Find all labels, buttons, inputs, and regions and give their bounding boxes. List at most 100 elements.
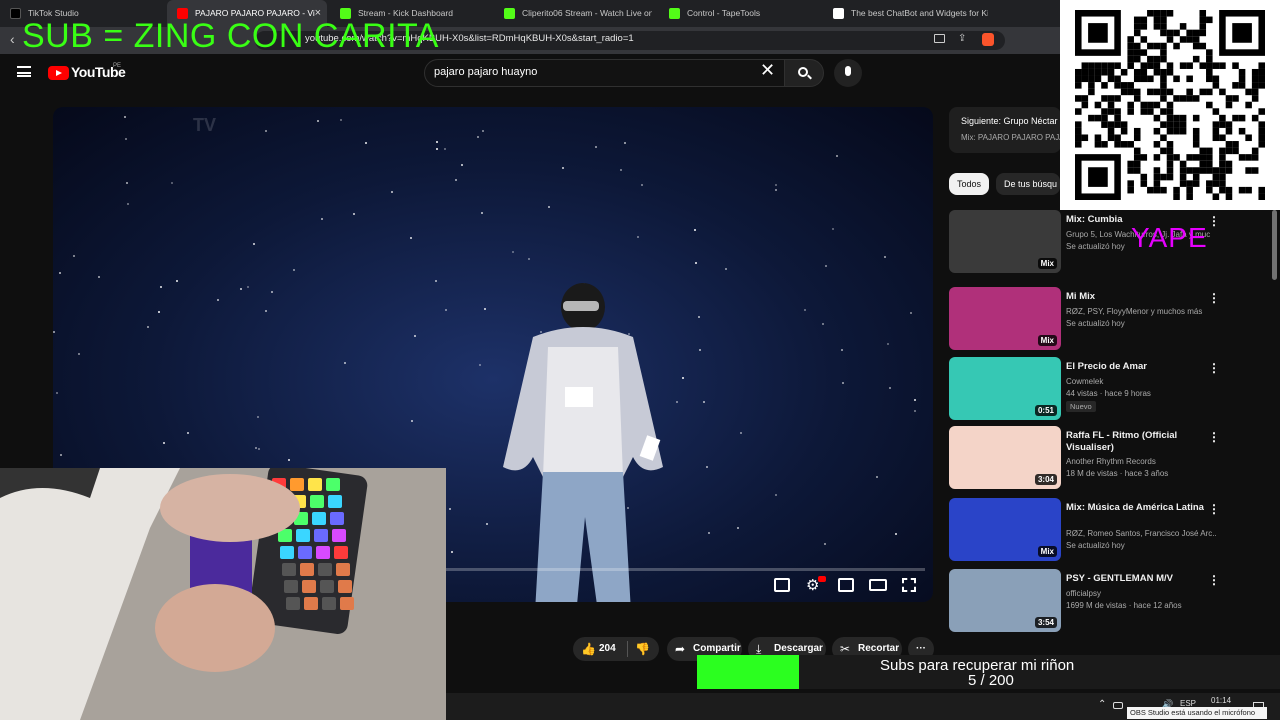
qr-module bbox=[1107, 108, 1115, 115]
new-badge: Nuevo bbox=[1066, 401, 1096, 412]
background-star bbox=[910, 312, 912, 314]
background-star bbox=[147, 326, 149, 328]
video-title[interactable]: Raffa FL - Ritmo (Official Visualiser) bbox=[1066, 430, 1216, 454]
video-progress-bar[interactable] bbox=[445, 568, 925, 571]
video-thumbnail[interactable]: 3:54 bbox=[949, 569, 1061, 632]
qr-module bbox=[1212, 62, 1220, 69]
recommended-video-item[interactable]: Mix Mix: Música de América Latina RØZ, Rom… bbox=[949, 498, 1269, 564]
search-value[interactable]: pajaro pajaro huayno bbox=[434, 66, 537, 78]
qr-module bbox=[1153, 180, 1161, 187]
tray-chevron-icon[interactable]: ⌃ bbox=[1098, 699, 1106, 710]
miniplayer-icon[interactable] bbox=[838, 578, 854, 592]
video-title[interactable]: Mix: Música de América Latina bbox=[1066, 502, 1216, 514]
qr-module bbox=[1238, 68, 1246, 76]
video-title[interactable]: PSY - GENTLEMAN M/V bbox=[1066, 573, 1216, 585]
back-icon[interactable]: ‹ bbox=[10, 31, 15, 47]
like-count[interactable]: 204 bbox=[599, 637, 616, 661]
recommended-video-item[interactable]: Mix Mix: Cumbia Grupo 5, Los Wachiturros, … bbox=[949, 210, 1269, 276]
background-star bbox=[914, 410, 916, 412]
more-options-icon[interactable]: ⋮ bbox=[1208, 291, 1220, 305]
autoplay-next-card[interactable] bbox=[949, 107, 1061, 153]
qr-module bbox=[1199, 23, 1207, 30]
qr-module bbox=[1225, 147, 1233, 155]
qr-module bbox=[1160, 16, 1167, 24]
keyboard-key bbox=[330, 512, 344, 525]
qr-module bbox=[1133, 95, 1141, 102]
search-button[interactable] bbox=[784, 59, 824, 87]
clear-search-icon[interactable]: ✕ bbox=[760, 60, 775, 81]
download-label: Descargar bbox=[774, 643, 823, 654]
onedrive-icon[interactable] bbox=[1113, 702, 1123, 709]
more-options-icon[interactable]: ⋮ bbox=[1208, 502, 1220, 516]
youtube-logo-icon[interactable] bbox=[48, 66, 69, 80]
recommended-video-item[interactable]: 3:04 Raffa FL - Ritmo (Official Visualise… bbox=[949, 426, 1269, 492]
voice-search-button[interactable] bbox=[834, 59, 862, 87]
qr-module bbox=[1114, 62, 1121, 69]
video-thumbnail[interactable]: 3:04 bbox=[949, 426, 1061, 489]
video-thumbnail[interactable]: Mix bbox=[949, 210, 1061, 273]
qr-module bbox=[1075, 75, 1082, 83]
qr-module bbox=[1245, 88, 1252, 96]
brave-shield-icon[interactable] bbox=[982, 33, 994, 46]
background-star bbox=[163, 442, 165, 444]
browser-tab-4[interactable]: Cliperito06 Stream - Watch Live on K bbox=[494, 0, 652, 27]
cast-icon[interactable] bbox=[934, 34, 945, 43]
video-title[interactable]: El Precio de Amar bbox=[1066, 361, 1216, 373]
background-star bbox=[444, 148, 446, 150]
chip-from-searches[interactable]: De tus búsqu bbox=[996, 173, 1060, 195]
background-star bbox=[435, 280, 437, 282]
qr-module bbox=[1088, 62, 1095, 69]
sidebar-scrollbar[interactable] bbox=[1272, 210, 1277, 280]
browser-tab-5[interactable]: Control - TapeTools bbox=[659, 0, 817, 27]
qr-module bbox=[1081, 75, 1089, 83]
background-star bbox=[482, 130, 484, 132]
more-options-icon[interactable]: ⋮ bbox=[1208, 573, 1220, 587]
dislike-icon[interactable]: 👎 bbox=[635, 637, 650, 661]
qr-module bbox=[1173, 193, 1180, 200]
keyboard-key bbox=[338, 580, 352, 593]
recommended-video-item[interactable]: Mix Mi Mix RØZ, PSY, FloyyMenor y muchos m… bbox=[949, 287, 1269, 353]
qr-module bbox=[1245, 154, 1252, 161]
keyboard-key bbox=[328, 495, 342, 508]
qr-module bbox=[1219, 180, 1226, 187]
recommended-video-item[interactable]: 3:54 PSY - GENTLEMAN M/V officialpsy 1699 M… bbox=[949, 569, 1269, 635]
background-star bbox=[126, 182, 128, 184]
theater-mode-icon[interactable] bbox=[869, 579, 887, 591]
browser-tab-6[interactable]: The best ChatBot and Widgets for Ki bbox=[823, 0, 988, 27]
video-title[interactable]: Mi Mix bbox=[1066, 291, 1216, 303]
menu-icon[interactable] bbox=[17, 66, 31, 77]
next-title[interactable]: Siguiente: Grupo Néctar bbox=[961, 116, 1058, 126]
like-icon[interactable]: 👍 bbox=[581, 637, 596, 661]
video-thumbnail[interactable]: Mix bbox=[949, 287, 1061, 350]
more-options-icon[interactable]: ⋮ bbox=[1208, 214, 1220, 228]
more-options-icon[interactable]: ⋮ bbox=[1208, 361, 1220, 375]
thumbnail-badge: 0:51 bbox=[1034, 405, 1057, 416]
qr-module bbox=[1192, 141, 1200, 148]
recommended-video-item[interactable]: 0:51 El Precio de Amar Cowmelek 44 vistas ·… bbox=[949, 357, 1269, 423]
more-options-icon[interactable]: ⋮ bbox=[1208, 430, 1220, 444]
share-page-icon[interactable]: ⇪ bbox=[958, 33, 966, 44]
subtitles-icon[interactable] bbox=[774, 578, 790, 592]
chip-all[interactable]: Todos bbox=[949, 173, 990, 195]
qr-module bbox=[1199, 62, 1207, 69]
qr-module bbox=[1153, 154, 1161, 161]
keyboard-key bbox=[336, 563, 350, 576]
qr-module bbox=[1133, 88, 1141, 96]
qr-module bbox=[1251, 68, 1259, 76]
qr-module bbox=[1107, 75, 1115, 83]
fullscreen-icon[interactable] bbox=[902, 578, 916, 592]
qr-module bbox=[1179, 114, 1187, 122]
clock-time[interactable]: 01:14 bbox=[1211, 696, 1231, 705]
qr-module bbox=[1166, 88, 1174, 96]
background-star bbox=[842, 382, 844, 384]
video-thumbnail[interactable]: Mix bbox=[949, 498, 1061, 561]
qr-module bbox=[1114, 82, 1121, 89]
qr-module bbox=[1101, 95, 1108, 102]
qr-module bbox=[1251, 147, 1259, 155]
qr-module bbox=[1199, 88, 1207, 96]
qr-module bbox=[1127, 180, 1134, 187]
qr-module bbox=[1140, 108, 1148, 115]
qr-module bbox=[1166, 160, 1174, 168]
background-star bbox=[53, 331, 55, 333]
video-thumbnail[interactable]: 0:51 bbox=[949, 357, 1061, 420]
